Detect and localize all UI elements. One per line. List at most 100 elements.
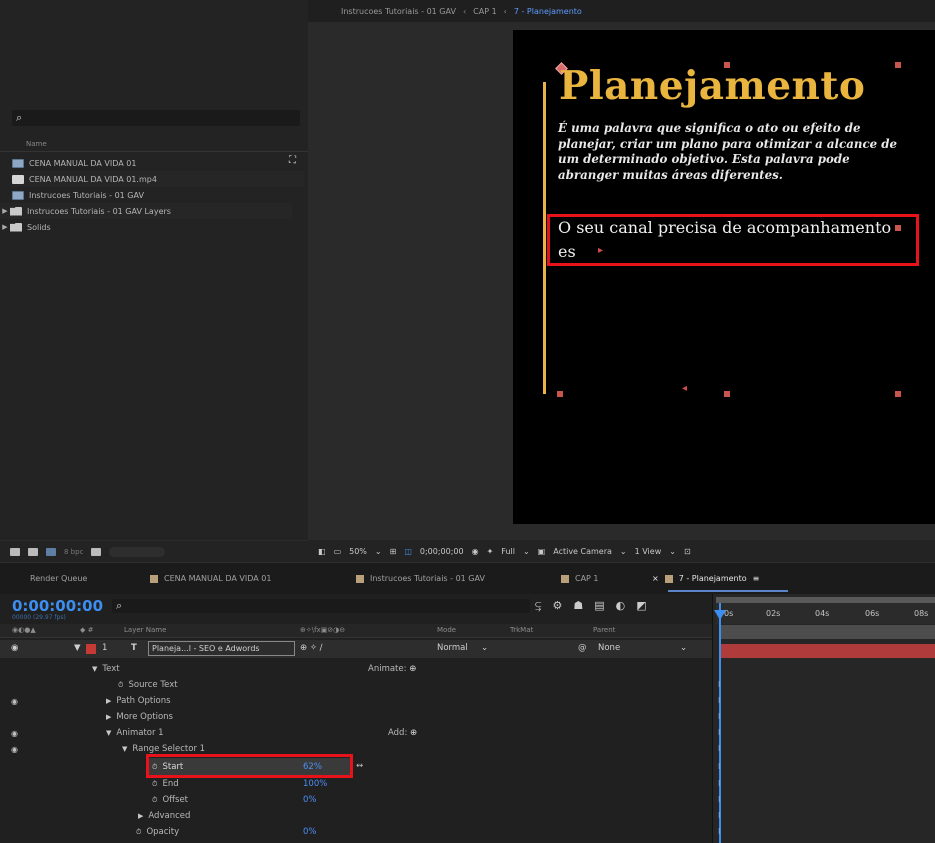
resolution-select[interactable]: Full (501, 547, 515, 556)
frame-blending-icon[interactable]: ▤ (594, 599, 604, 613)
keyframe-marker-icon[interactable]: I (718, 744, 720, 753)
eye-icon[interactable]: ◉ (11, 729, 18, 738)
monitor-icon[interactable]: ▭ (334, 547, 342, 556)
tab-composition[interactable]: CENA MANUAL DA VIDA 01 (150, 574, 271, 583)
keyframe-marker-icon[interactable]: I (718, 762, 720, 771)
add-menu[interactable]: Add: ⊕ (388, 728, 417, 738)
keyframe-marker-icon[interactable]: I (718, 712, 720, 721)
prop-range-selector[interactable]: ▼ Range Selector 1 (122, 744, 205, 754)
prop-end[interactable]: ⏱ End (152, 779, 179, 789)
layer-duration-bar[interactable] (721, 644, 935, 658)
range-start-marker-icon[interactable]: ◂ (682, 383, 687, 394)
chevron-down-icon[interactable]: ⌄ (680, 643, 687, 653)
grid-icon[interactable]: ⊞ (390, 547, 397, 556)
bpc-label[interactable]: 8 bpc (64, 548, 83, 556)
layer-label-color[interactable] (86, 644, 96, 654)
collapse-arrow-icon[interactable]: ▼ (92, 665, 97, 673)
keyframe-marker-icon[interactable]: I (718, 827, 720, 836)
stopwatch-icon[interactable]: ⏱ (152, 796, 157, 804)
keyframe-marker-icon[interactable]: I (718, 811, 720, 820)
zoom-select[interactable]: 50% (349, 547, 367, 556)
playhead-handle[interactable] (714, 610, 726, 620)
bounding-handle[interactable] (895, 391, 901, 397)
viewer-timecode[interactable]: 0;00;00;00 (420, 547, 464, 556)
current-time-display[interactable]: 0:00:00:00 (12, 597, 103, 615)
breadcrumb-item-current[interactable]: 7 - Planejamento (514, 7, 582, 16)
prop-path-options[interactable]: ▶ Path Options (106, 696, 171, 706)
project-item[interactable]: ▶ Instrucoes Tutoriais - 01 GAV Layers (0, 203, 292, 219)
layer-switches-icon[interactable]: ⊕ ✧ ∕ (300, 643, 323, 653)
bounding-handle[interactable] (895, 225, 901, 231)
breadcrumb-item[interactable]: CAP 1 (473, 7, 497, 16)
expand-arrow-icon[interactable]: ▶ (0, 223, 10, 231)
draft-3d-icon[interactable]: ⚙ (552, 599, 562, 613)
bounding-handle[interactable] (724, 62, 730, 68)
tab-composition[interactable]: Instrucoes Tutoriais - 01 GAV (356, 574, 485, 583)
stopwatch-icon[interactable]: ⏱ (152, 780, 157, 788)
tab-composition-active[interactable]: × 7 - Planejamento ≡ (652, 574, 759, 583)
prop-animator[interactable]: ▼ Animator 1 (106, 728, 164, 738)
eye-icon[interactable]: ◉ (11, 697, 18, 706)
trkmat-column[interactable]: TrkMat (510, 626, 533, 634)
layer-row[interactable]: ◉ ▼ 1 T Planeja...l - SEO e Adwords ⊕ ✧ … (0, 640, 712, 658)
animate-menu[interactable]: Animate: ⊕ (368, 664, 416, 674)
mode-column[interactable]: Mode (437, 626, 456, 634)
eye-icon[interactable]: ◉ (11, 643, 18, 653)
transparency-grid-icon[interactable]: ▣ (538, 547, 546, 556)
project-item[interactable]: CENA MANUAL DA VIDA 01.mp4 (12, 171, 304, 187)
add-icon[interactable]: ⊕ (410, 728, 417, 738)
chevron-down-icon[interactable]: ⌄ (481, 643, 488, 653)
work-area-bar[interactable] (716, 597, 935, 603)
parent-select[interactable]: None (598, 643, 620, 653)
chevron-down-icon[interactable]: ⌄ (620, 547, 627, 556)
bounding-handle[interactable] (557, 391, 563, 397)
bounding-handle[interactable] (895, 62, 901, 68)
graph-editor-icon[interactable]: ◩ (636, 599, 646, 613)
shy-layers-icon[interactable]: ☗ (573, 599, 583, 613)
end-value[interactable]: 100% (303, 779, 327, 789)
collapse-arrow-icon[interactable]: ▼ (74, 643, 81, 653)
project-item[interactable]: Instrucoes Tutoriais - 01 GAV (12, 187, 304, 203)
timeline-search-input[interactable]: ⌕ (112, 599, 530, 613)
expand-arrow-icon[interactable]: ▶ (0, 207, 10, 215)
prop-text[interactable]: ▼ Text (92, 664, 120, 674)
mode-select[interactable]: Normal (437, 643, 468, 653)
new-composition-icon[interactable] (46, 547, 56, 556)
keyframe-marker-icon[interactable]: I (718, 795, 720, 804)
layer-name-field[interactable]: Planeja...l - SEO e Adwords (148, 641, 295, 656)
add-icon[interactable]: ⊕ (409, 664, 416, 674)
menu-icon[interactable]: ≡ (753, 574, 760, 583)
keyframe-marker-icon[interactable]: I (718, 728, 720, 737)
flowchart-icon[interactable]: ⛶ (289, 155, 296, 166)
parent-column[interactable]: Parent (593, 626, 615, 634)
project-item[interactable]: CENA MANUAL DA VIDA 01 (12, 155, 304, 171)
opacity-value[interactable]: 0% (303, 827, 317, 837)
interpret-footage-icon[interactable] (10, 547, 20, 556)
eye-icon[interactable]: ◉ (11, 745, 18, 754)
project-search-input[interactable]: ⌕ (12, 110, 300, 126)
keyframe-marker-icon[interactable]: I (718, 779, 720, 788)
camera-select[interactable]: Active Camera (553, 547, 612, 556)
keyframe-marker-icon[interactable]: I (718, 680, 720, 689)
reset-exposure-icon[interactable]: ⊡ (684, 547, 691, 556)
comp-mini-flowchart-icon[interactable]: ⥹ (535, 599, 541, 613)
prop-opacity[interactable]: ⏱ Opacity (136, 827, 179, 837)
trash-icon[interactable] (91, 547, 102, 556)
view-layout-select[interactable]: 1 View (635, 547, 662, 556)
snapshot-icon[interactable]: ◧ (318, 547, 326, 556)
offset-value[interactable]: 0% (303, 795, 317, 805)
chevron-down-icon[interactable]: ⌄ (375, 547, 382, 556)
breadcrumb-item[interactable]: Instrucoes Tutoriais - 01 GAV (341, 7, 456, 16)
prop-offset[interactable]: ⏱ Offset (152, 795, 188, 805)
link-icon[interactable]: ↭ (356, 761, 363, 771)
prop-advanced[interactable]: ▶ Advanced (138, 811, 190, 821)
range-end-marker-icon[interactable]: ▸ (598, 245, 603, 256)
chevron-down-icon[interactable]: ⌄ (669, 547, 676, 556)
region-of-interest-icon[interactable]: ◫ (404, 547, 412, 556)
bounding-handle[interactable] (724, 391, 730, 397)
playhead-line[interactable] (719, 603, 721, 843)
new-folder-icon[interactable] (28, 547, 38, 556)
tab-composition[interactable]: CAP 1 (561, 574, 599, 583)
collapse-arrow-icon[interactable]: ▼ (122, 745, 127, 753)
pickwhip-icon[interactable]: @ (578, 643, 587, 653)
